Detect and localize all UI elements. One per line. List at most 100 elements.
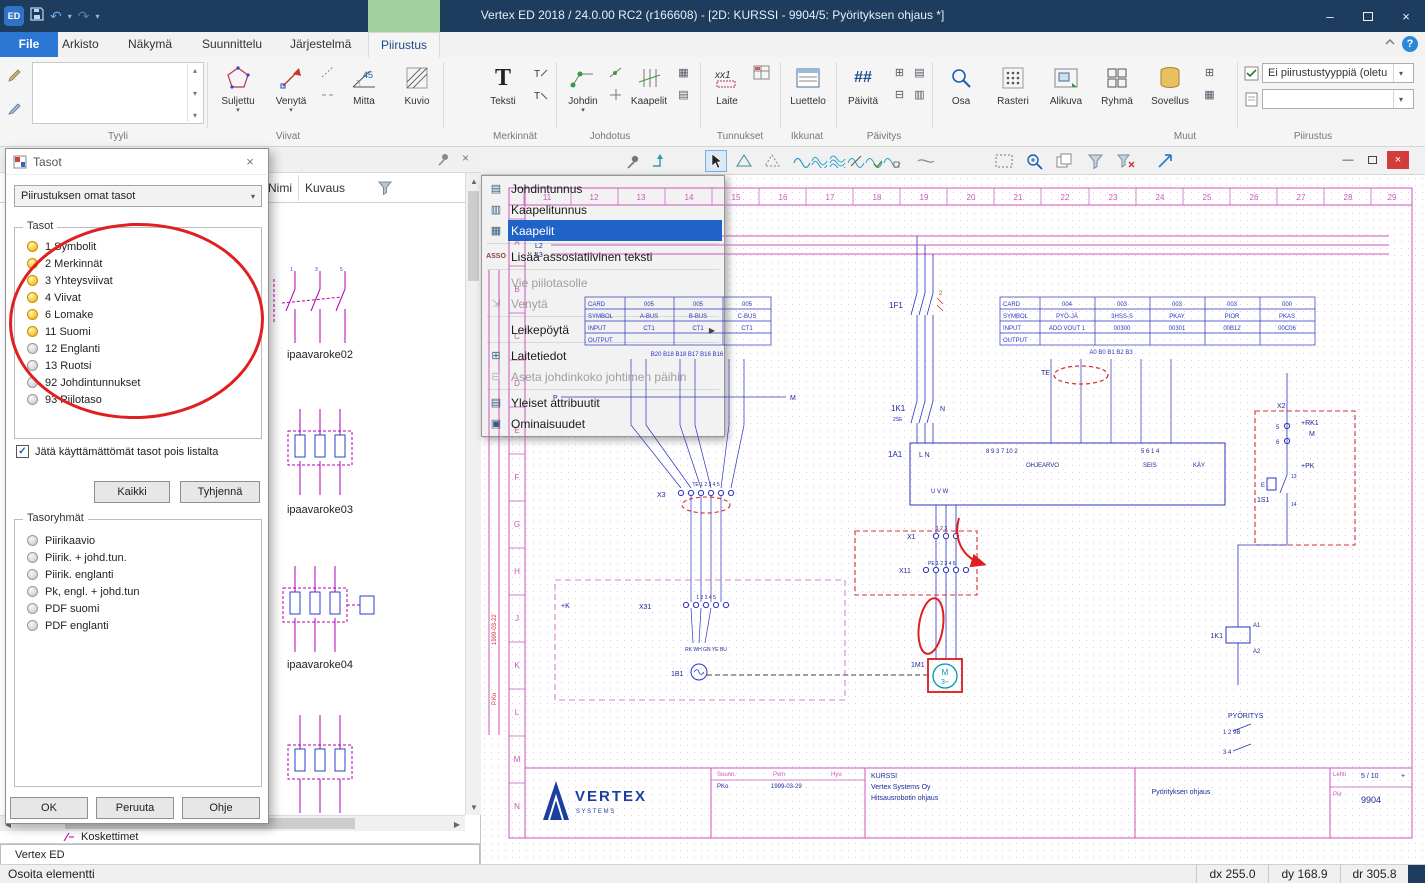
- checkbox-checked-icon[interactable]: ✓: [16, 445, 29, 458]
- scroll-down-icon[interactable]: ▼: [466, 799, 482, 815]
- suljettu-button[interactable]: Suljettu▾: [212, 60, 264, 130]
- layer-group-row[interactable]: Piirik. englanti: [15, 566, 261, 583]
- osa-button[interactable]: Osa: [938, 60, 984, 130]
- kaikki-button[interactable]: Kaikki: [94, 481, 170, 503]
- tab-file[interactable]: File: [0, 32, 58, 57]
- style-brush-icon[interactable]: [5, 99, 24, 118]
- bulb-on-icon[interactable]: [27, 292, 38, 303]
- bulb-off-icon[interactable]: [27, 535, 38, 546]
- menu-item-johdintunnus[interactable]: ▤ Johdintunnus: [484, 178, 722, 199]
- bulb-off-icon[interactable]: [27, 343, 38, 354]
- doc-minimize-button[interactable]: —: [1338, 151, 1358, 169]
- johdin-button[interactable]: Johdin▾: [560, 60, 606, 130]
- pointer-mode-tool-icon[interactable]: [1155, 150, 1177, 172]
- sheet-select[interactable]: ▾: [1262, 89, 1414, 109]
- symbol-preview[interactable]: [260, 562, 390, 662]
- selection-box-tool-icon[interactable]: [993, 150, 1015, 172]
- layer-group-row[interactable]: PDF suomi: [15, 600, 261, 617]
- tab-vertex-ed[interactable]: Vertex ED: [0, 844, 480, 864]
- clear-tags-icon[interactable]: ▥: [910, 85, 929, 104]
- resize-grip[interactable]: [1408, 865, 1425, 883]
- wire-node-icon[interactable]: [606, 63, 625, 82]
- tree-item-koskettimet[interactable]: Koskettimet: [62, 831, 138, 843]
- bulb-off-icon[interactable]: [27, 394, 38, 405]
- layer-row[interactable]: 11 Suomi: [15, 323, 261, 340]
- layer-row[interactable]: 1 Symbolit: [15, 238, 261, 255]
- layer-scope-select[interactable]: Piirustuksen omat tasot ▾: [14, 185, 262, 207]
- layer-group-row[interactable]: Piirik. + johd.tun.: [15, 549, 261, 566]
- zoom-in-tool-icon[interactable]: [1023, 150, 1045, 172]
- menu-item-ominaisuudet[interactable]: ▣ Ominaisuudet: [484, 413, 722, 434]
- bulb-off-icon[interactable]: [27, 377, 38, 388]
- column-separator[interactable]: [298, 175, 299, 201]
- filter-funnel-icon[interactable]: [378, 181, 392, 200]
- symbol-preview[interactable]: 135: [260, 267, 380, 352]
- layer-group-row[interactable]: Pk, engl. + johd.tun: [15, 583, 261, 600]
- renumber-icon[interactable]: ▤: [910, 63, 929, 82]
- text-arrow-icon[interactable]: T: [531, 63, 550, 82]
- sovellus-button[interactable]: Sovellus: [1144, 60, 1196, 130]
- layer-row[interactable]: 12 Englanti: [15, 340, 261, 357]
- panel-close-icon[interactable]: ×: [462, 151, 469, 165]
- tab-arkisto[interactable]: Arkisto: [62, 32, 99, 57]
- column-nimi[interactable]: Nimi: [268, 173, 292, 203]
- dialog-close-icon[interactable]: ×: [239, 154, 261, 169]
- help-icon[interactable]: ?: [1402, 36, 1418, 52]
- update-tags-icon[interactable]: ⊞: [890, 63, 909, 82]
- undo-dropdown-icon[interactable]: ▾: [68, 12, 72, 21]
- style-pen-icon[interactable]: [5, 65, 24, 84]
- ohje-button[interactable]: Ohje: [182, 797, 260, 819]
- layer-row[interactable]: 6 Lomake: [15, 306, 261, 323]
- select-arrow-icon[interactable]: ▾: [1393, 90, 1408, 108]
- update-wires-icon[interactable]: ⊟: [890, 85, 909, 104]
- hide-unused-checkbox[interactable]: ✓ Jätä käyttämättömät tasot pois listalt…: [16, 445, 218, 458]
- close-button[interactable]: ×: [1387, 0, 1425, 32]
- bulb-on-icon[interactable]: [27, 275, 38, 286]
- rasteri-button[interactable]: Rasteri: [988, 60, 1038, 130]
- scroll-up-icon[interactable]: ▲: [466, 173, 482, 189]
- layer-row[interactable]: 4 Viivat: [15, 289, 261, 306]
- bulb-off-icon[interactable]: [27, 569, 38, 580]
- menu-item-yleiset-attribuutit[interactable]: ▤ Yleiset attribuutit: [484, 392, 722, 413]
- spline-flat-tool-icon[interactable]: [915, 150, 937, 172]
- ryhma-button[interactable]: Ryhmä: [1094, 60, 1140, 130]
- follow-line-tool-icon[interactable]: [649, 150, 671, 172]
- style-preview-box[interactable]: ▴▾▾: [32, 62, 204, 124]
- symbol-name[interactable]: ipaavaroke02: [250, 349, 390, 361]
- peruuta-button[interactable]: Peruuta: [96, 797, 174, 819]
- menu-item-laitetiedot[interactable]: ⊞ Laitetiedot: [484, 345, 722, 366]
- bulb-off-icon[interactable]: [27, 552, 38, 563]
- maximize-button[interactable]: [1349, 0, 1387, 32]
- wire-edit-tool-icon[interactable]: [881, 150, 903, 172]
- drawing-type-select[interactable]: Ei piirustustyyppiä (oletu ▾: [1262, 63, 1414, 83]
- bulb-on-icon[interactable]: [27, 241, 38, 252]
- collapse-ribbon-icon[interactable]: [1384, 36, 1396, 51]
- style-scroll-arrows[interactable]: ▴▾▾: [187, 64, 202, 122]
- polygon-select-dashed-icon[interactable]: [761, 150, 783, 172]
- layer-row[interactable]: 13 Ruotsi: [15, 357, 261, 374]
- menu-item-kaapelitunnus[interactable]: ▥ Kaapelitunnus: [484, 199, 722, 220]
- doc-restore-button[interactable]: [1362, 151, 1382, 169]
- layer-row[interactable]: 3 Yhteysviivat: [15, 272, 261, 289]
- menu-item-leikepoyta[interactable]: Leikepöytä ▶: [484, 319, 722, 340]
- layer-group-row[interactable]: Piirikaavio: [15, 532, 261, 549]
- bulb-off-icon[interactable]: [27, 586, 38, 597]
- bulb-on-icon[interactable]: [27, 258, 38, 269]
- app-add-icon[interactable]: ⊞: [1200, 63, 1219, 82]
- pin-tool-icon[interactable]: [622, 150, 644, 172]
- ok-button[interactable]: OK: [10, 797, 88, 819]
- laite-button[interactable]: xx1 Laite: [704, 60, 750, 130]
- layer-row[interactable]: 2 Merkinnät: [15, 255, 261, 272]
- undo-icon[interactable]: ↶: [50, 0, 62, 32]
- break-line-icon[interactable]: [318, 85, 337, 104]
- symbol-name[interactable]: ipaavaroke03: [250, 504, 390, 516]
- app-settings-icon[interactable]: ▦: [1200, 85, 1219, 104]
- tag-table-icon[interactable]: [752, 63, 771, 82]
- tab-piirustus[interactable]: Piirustus: [368, 32, 440, 57]
- alikuva-button[interactable]: Alikuva: [1042, 60, 1090, 130]
- drawing-canvas[interactable]: 1112 1314 1516 1718 1920 2122 2324 2526 …: [481, 175, 1425, 864]
- vertical-scrollbar[interactable]: ▲ ▼: [465, 173, 481, 815]
- cable-tag-icon[interactable]: ▦: [674, 63, 693, 82]
- bulb-on-icon[interactable]: [27, 309, 38, 320]
- trim-line-icon[interactable]: [318, 63, 337, 82]
